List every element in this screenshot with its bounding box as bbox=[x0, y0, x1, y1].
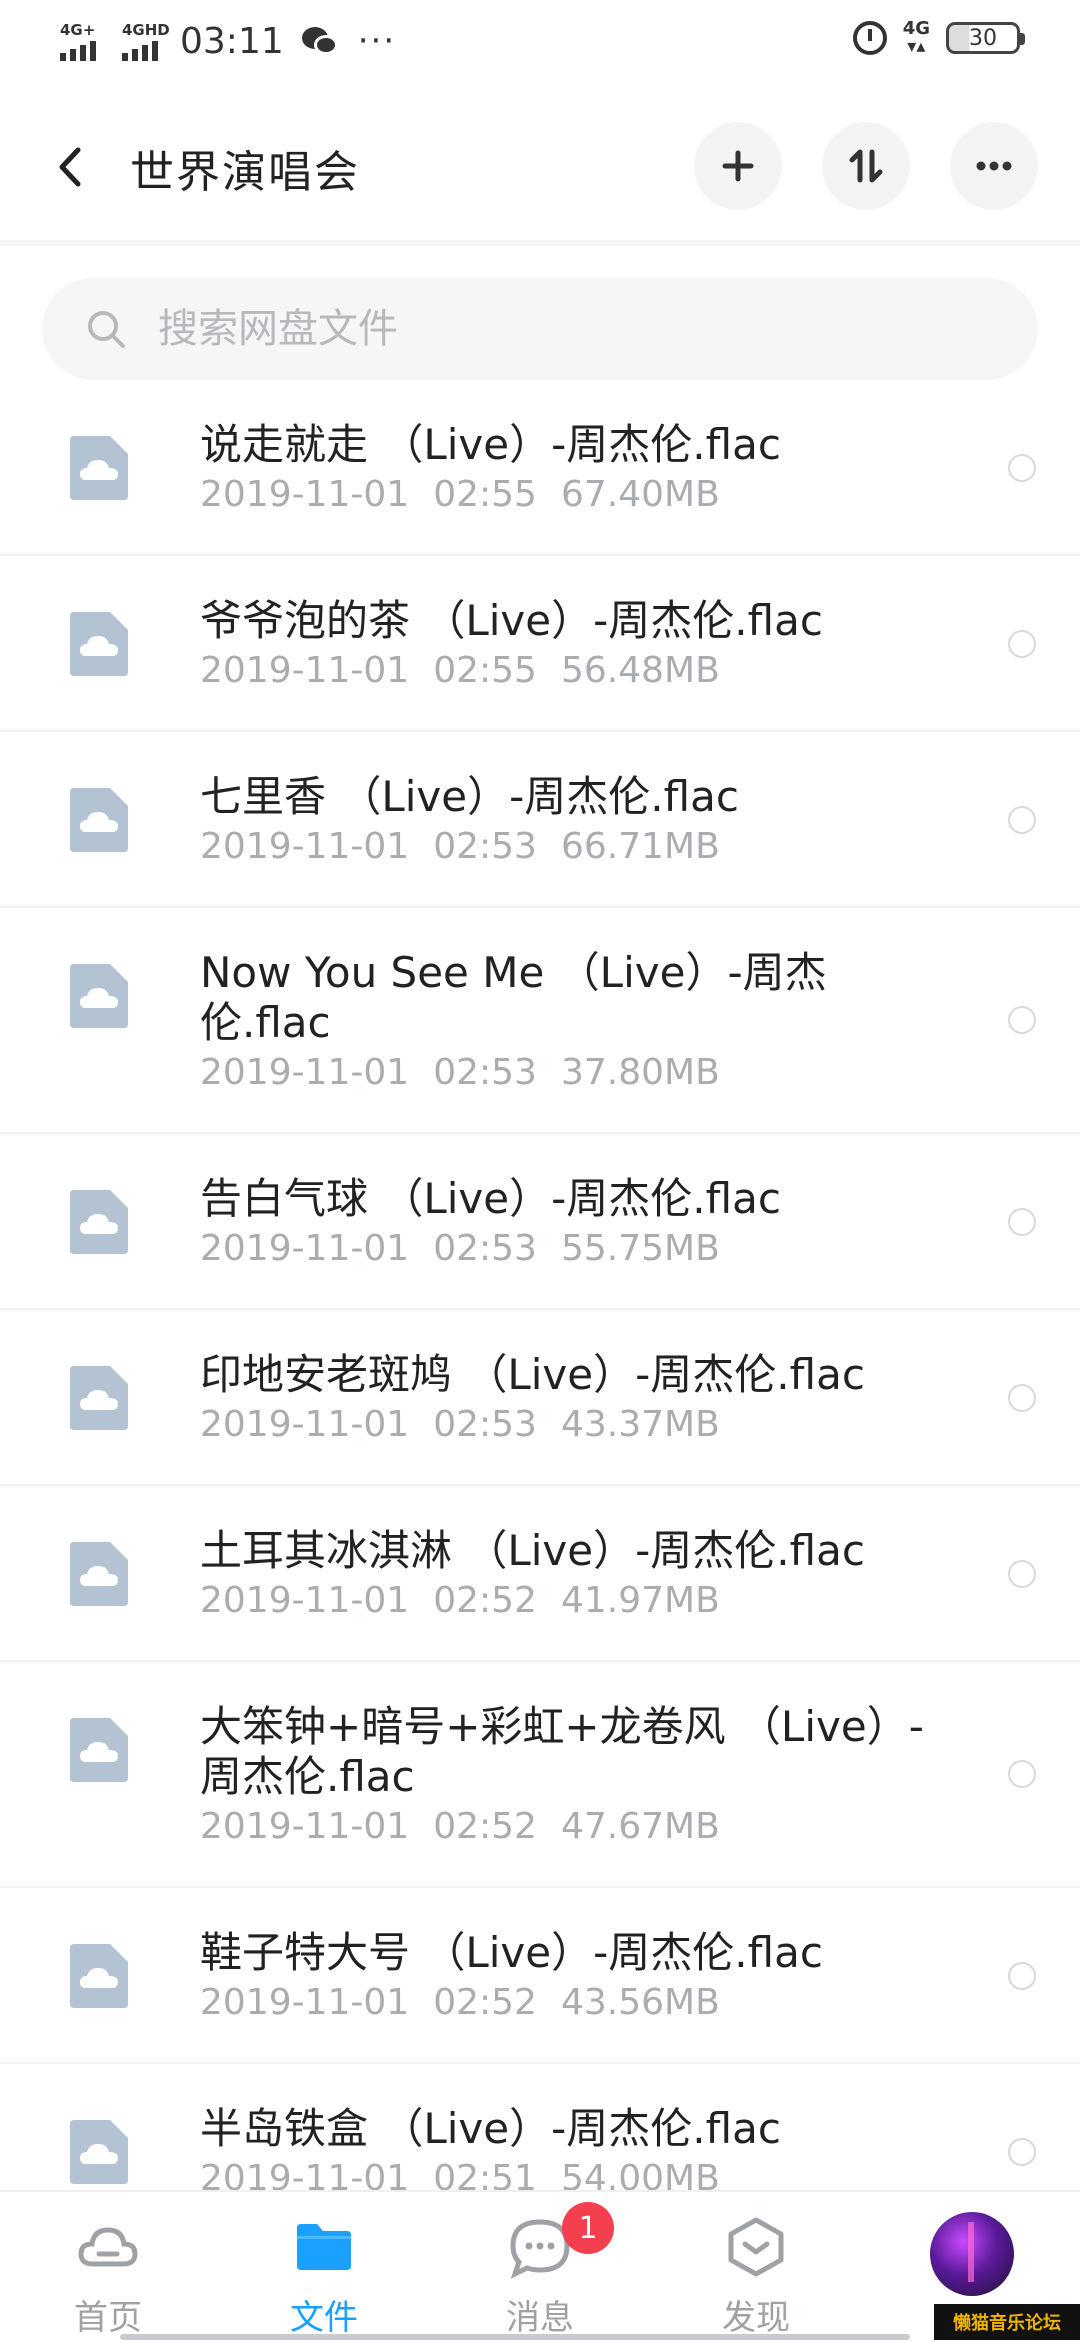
file-icon bbox=[70, 1542, 128, 1606]
select-radio[interactable] bbox=[1008, 1760, 1036, 1788]
select-radio[interactable] bbox=[1008, 806, 1036, 834]
alarm-icon bbox=[852, 21, 887, 55]
file-icon bbox=[70, 1944, 128, 2008]
more-notifications-icon: ··· bbox=[357, 21, 397, 61]
file-name: 鞋子特大号 （Live）-周杰伦.flac bbox=[200, 1928, 823, 1977]
file-meta: 2019-11-01 02:53 66.71MB bbox=[200, 826, 720, 867]
signal-icon: 4G+ bbox=[60, 21, 96, 61]
file-item[interactable]: Now You See Me （Live）-周杰伦.flac 2019-11-0… bbox=[0, 908, 1080, 1134]
file-meta: 2019-11-01 02:52 47.67MB bbox=[200, 1806, 720, 1847]
sort-icon bbox=[849, 149, 883, 183]
file-meta: 2019-11-01 02:53 43.37MB bbox=[200, 1404, 720, 1445]
tab-files[interactable]: 文件 bbox=[216, 2192, 432, 2342]
tab-messages[interactable]: 1 消息 bbox=[432, 2192, 648, 2342]
file-item[interactable]: 大笨钟+暗号+彩虹+龙卷风 （Live）-周杰伦.flac 2019-11-01… bbox=[0, 1662, 1080, 1888]
watermark: 懒猫音乐论坛 bbox=[934, 2304, 1080, 2340]
file-item[interactable]: 说走就走 （Live）-周杰伦.flac 2019-11-01 02:55 67.4… bbox=[0, 380, 1080, 556]
file-meta: 2019-11-01 02:52 41.97MB bbox=[200, 1580, 720, 1621]
file-icon bbox=[70, 2120, 128, 2184]
add-button[interactable] bbox=[694, 122, 782, 210]
signal-icon-2: 4GHD bbox=[122, 21, 170, 61]
file-name: 七里香 （Live）-周杰伦.flac bbox=[200, 772, 739, 821]
file-item[interactable]: 鞋子特大号 （Live）-周杰伦.flac 2019-11-01 02:52 43.… bbox=[0, 1888, 1080, 2064]
file-meta: 2019-11-01 02:53 37.80MB bbox=[200, 1052, 720, 1093]
plus-icon bbox=[722, 150, 754, 182]
more-icon bbox=[976, 161, 1012, 171]
search-input[interactable] bbox=[156, 305, 956, 353]
file-name: 说走就走 （Live）-周杰伦.flac bbox=[200, 420, 781, 469]
select-radio[interactable] bbox=[1008, 2138, 1036, 2166]
tab-label: 文件 bbox=[290, 2298, 358, 2338]
file-item[interactable]: 半岛铁盒 （Live）-周杰伦.flac 2019-11-01 02:51 54.0… bbox=[0, 2064, 1080, 2190]
search-bar[interactable] bbox=[42, 278, 1038, 380]
file-meta: 2019-11-01 02:55 67.40MB bbox=[200, 474, 720, 515]
file-name: 爷爷泡的茶 （Live）-周杰伦.flac bbox=[200, 596, 823, 645]
file-name: 印地安老斑鸠 （Live）-周杰伦.flac bbox=[200, 1350, 865, 1399]
file-item[interactable]: 爷爷泡的茶 （Live）-周杰伦.flac 2019-11-01 02:55 56.… bbox=[0, 556, 1080, 732]
file-meta: 2019-11-01 02:55 56.48MB bbox=[200, 650, 720, 691]
select-radio[interactable] bbox=[1008, 1006, 1036, 1034]
file-item[interactable]: 土耳其冰淇淋 （Live）-周杰伦.flac 2019-11-01 02:52 41… bbox=[0, 1486, 1080, 1662]
file-item[interactable]: 七里香 （Live）-周杰伦.flac 2019-11-01 02:53 66.71… bbox=[0, 732, 1080, 908]
file-icon bbox=[70, 788, 128, 852]
file-name: 大笨钟+暗号+彩虹+龙卷风 （Live）-周杰伦.flac bbox=[200, 1702, 924, 1801]
file-icon bbox=[70, 964, 128, 1028]
file-icon bbox=[70, 1718, 128, 1782]
folder-icon bbox=[291, 2214, 357, 2280]
sort-button[interactable] bbox=[822, 122, 910, 210]
discover-icon bbox=[723, 2214, 789, 2280]
signal-label-2: 4GHD bbox=[122, 21, 170, 39]
file-meta: 2019-11-01 02:52 43.56MB bbox=[200, 1982, 720, 2023]
select-radio[interactable] bbox=[1008, 1384, 1036, 1412]
file-item[interactable]: 告白气球 （Live）-周杰伦.flac 2019-11-01 02:53 55.7… bbox=[0, 1134, 1080, 1310]
select-radio[interactable] bbox=[1008, 1560, 1036, 1588]
file-icon bbox=[70, 1366, 128, 1430]
tab-label: 发现 bbox=[722, 2298, 790, 2338]
back-button[interactable] bbox=[50, 142, 90, 192]
more-button[interactable] bbox=[950, 122, 1038, 210]
file-meta: 2019-11-01 02:51 54.00MB bbox=[200, 2158, 720, 2190]
select-radio[interactable] bbox=[1008, 454, 1036, 482]
cloud-icon bbox=[75, 2214, 141, 2280]
wechat-icon bbox=[301, 25, 340, 57]
chevron-left-icon bbox=[59, 147, 81, 187]
status-time: 03:11 bbox=[180, 20, 284, 62]
file-name: Now You See Me （Live）-周杰伦.flac bbox=[200, 948, 827, 1047]
file-name: 半岛铁盒 （Live）-周杰伦.flac bbox=[200, 2104, 781, 2153]
tab-bar: 首页 文件 1 消息 发现 bbox=[0, 2190, 1080, 2340]
status-bar: 4G+ 4GHD 03:11 ··· 4G ▾▴ 30 bbox=[0, 0, 1080, 82]
tab-discover[interactable]: 发现 bbox=[648, 2192, 864, 2342]
file-icon bbox=[70, 612, 128, 676]
file-name: 告白气球 （Live）-周杰伦.flac bbox=[200, 1174, 781, 1223]
tab-label: 首页 bbox=[74, 2298, 142, 2338]
file-list: 说走就走 （Live）-周杰伦.flac 2019-11-01 02:55 67.4… bbox=[0, 380, 1080, 2190]
home-indicator bbox=[120, 2334, 910, 2340]
tab-home[interactable]: 首页 bbox=[0, 2192, 216, 2342]
select-radio[interactable] bbox=[1008, 1208, 1036, 1236]
file-item[interactable]: 印地安老斑鸠 （Live）-周杰伦.flac 2019-11-01 02:53 43… bbox=[0, 1310, 1080, 1486]
tab-label: 消息 bbox=[506, 2298, 574, 2338]
search-icon bbox=[88, 311, 125, 348]
avatar[interactable] bbox=[930, 2212, 1014, 2296]
battery-icon: 30 bbox=[946, 22, 1025, 54]
battery-level: 30 bbox=[969, 25, 997, 51]
unread-badge: 1 bbox=[562, 2202, 614, 2254]
page-title: 世界演唱会 bbox=[130, 147, 360, 198]
signal-label: 4G+ bbox=[60, 21, 96, 39]
select-radio[interactable] bbox=[1008, 1962, 1036, 1990]
select-radio[interactable] bbox=[1008, 630, 1036, 658]
header: 世界演唱会 bbox=[0, 82, 1080, 246]
file-name: 土耳其冰淇淋 （Live）-周杰伦.flac bbox=[200, 1526, 865, 1575]
file-meta: 2019-11-01 02:53 55.75MB bbox=[200, 1228, 720, 1269]
file-icon bbox=[70, 1190, 128, 1254]
network-icon: 4G ▾▴ bbox=[902, 18, 930, 57]
file-icon bbox=[70, 436, 128, 500]
